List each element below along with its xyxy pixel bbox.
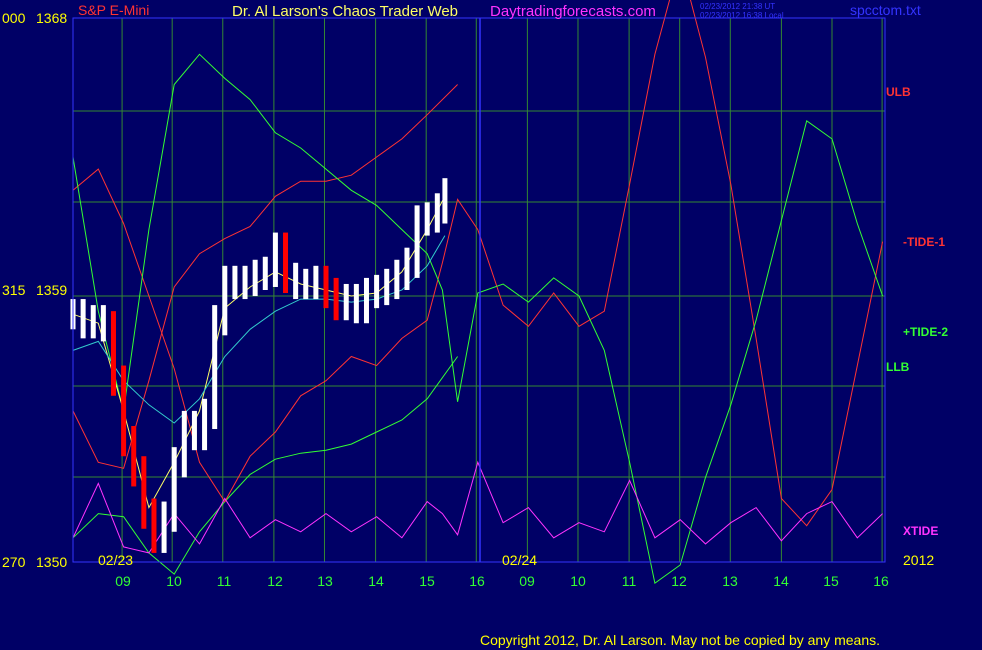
price-bar	[394, 259, 400, 300]
filename-label: spcctom.txt	[850, 2, 921, 18]
price-bar	[333, 277, 339, 321]
chaos-trader-chart: 000 1368 315 1359 270 1350 09 10 11 12 13 14 15 16 09 1…	[2, 0, 948, 648]
series-name-label: +TIDE-2	[903, 325, 948, 339]
x-axis-tick-label: 14	[368, 573, 384, 589]
price-bar	[272, 232, 278, 287]
x-axis-tick-label: 15	[823, 573, 839, 589]
date-label: 02/23	[98, 552, 133, 568]
price-bar	[374, 274, 380, 309]
price-bar	[293, 262, 299, 300]
chart-series	[72, 0, 884, 585]
x-axis-tick-label: 11	[217, 573, 232, 589]
x-axis-tick-label: 14	[773, 573, 789, 589]
price-bar	[363, 277, 369, 324]
price-bar	[202, 398, 208, 451]
series-name-label: -TIDE-1	[903, 235, 945, 249]
year-label: 2012	[903, 552, 934, 568]
price-bar	[121, 365, 127, 457]
price-bar	[343, 283, 349, 321]
series-line-llb	[72, 356, 459, 575]
y-axis-tick-label: 315 1359	[2, 282, 67, 298]
x-axis-tick-label: 13	[317, 573, 333, 589]
price-bar	[384, 268, 390, 306]
x-axis-tick-label: 12	[671, 573, 687, 589]
x-axis-tick-label: 12	[267, 573, 283, 589]
date-label: 02/24	[502, 552, 537, 568]
grid-lines	[73, 18, 885, 562]
plot-frame	[72, 17, 886, 563]
price-bar	[323, 265, 329, 309]
y-axis-tick-label: 000 1368	[2, 10, 67, 26]
y-tick-left: 270	[2, 554, 26, 570]
price-bar	[353, 283, 359, 324]
price-bar	[110, 311, 116, 396]
price-bar	[434, 193, 440, 233]
price-bar	[161, 501, 167, 553]
series-line-moving-avg-slow	[72, 235, 446, 424]
price-bar	[242, 265, 248, 300]
price-bar	[90, 305, 96, 339]
price-bar	[313, 265, 319, 300]
price-bar	[80, 299, 86, 339]
price-bar	[191, 410, 197, 451]
y-axis-tick-label: 270 1350	[2, 554, 67, 570]
price-bar	[131, 426, 137, 487]
price-bar	[414, 205, 420, 278]
x-axis-tick-label: 09	[519, 573, 535, 589]
symbol-label: S&P E-Mini	[78, 2, 149, 18]
y-tick-right: 1368	[36, 10, 67, 26]
price-bar	[303, 268, 309, 300]
copyright-text: Copyright 2012, Dr. Al Larson. May not b…	[480, 632, 880, 648]
x-axis-tick-label: 16	[469, 573, 485, 589]
site-label: Daytradingforecasts.com	[490, 3, 656, 20]
series-name-label: ULB	[886, 85, 911, 99]
price-bar	[424, 202, 430, 236]
price-bar	[262, 256, 268, 290]
price-bar	[212, 305, 218, 430]
price-bar	[151, 498, 157, 553]
x-axis-tick-label: 16	[873, 573, 889, 589]
timestamp-ut: 02/23/2012 21:38 UT	[700, 2, 775, 11]
series-name-label: LLB	[886, 360, 910, 374]
x-axis-tick-label: 10	[166, 573, 182, 589]
y-tick-right: 1350	[36, 554, 67, 570]
price-bar	[171, 447, 177, 532]
price-bar	[100, 305, 106, 342]
timestamp-local: 02/23/2012 16:38 Local	[700, 11, 784, 20]
y-tick-right: 1359	[36, 282, 67, 298]
x-axis-tick-label: 13	[722, 573, 738, 589]
price-bar	[252, 259, 258, 297]
price-bar	[141, 456, 147, 529]
price-bar	[181, 410, 187, 478]
price-bar	[222, 265, 228, 336]
series-line-tide-2	[72, 53, 884, 585]
y-tick-left: 315	[2, 282, 26, 298]
y-tick-left: 000	[2, 10, 26, 26]
x-axis-tick-label: 11	[622, 573, 637, 589]
price-bar	[232, 265, 238, 300]
price-bar	[283, 232, 289, 294]
x-axis-tick-label: 15	[419, 573, 435, 589]
x-axis-tick-label: 10	[570, 573, 586, 589]
price-bar	[404, 247, 410, 290]
series-name-label: XTIDE	[903, 524, 938, 538]
price-bar	[442, 178, 448, 224]
chart-title: Dr. Al Larson's Chaos Trader Web	[232, 3, 458, 20]
x-axis-tick-label: 09	[115, 573, 131, 589]
